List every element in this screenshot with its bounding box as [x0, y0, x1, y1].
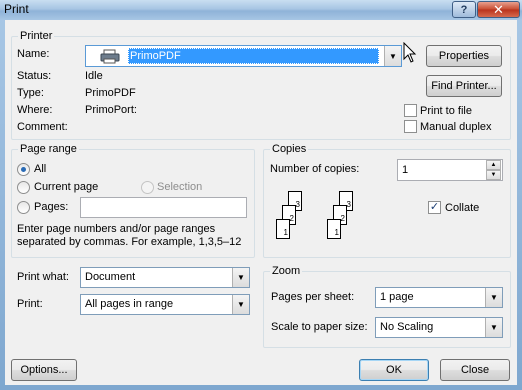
print-dialog-window: Print ? ✕ Printer Name: PrimoPDF ▼ Prope…: [0, 0, 522, 390]
where-label: Where:: [17, 104, 53, 116]
chevron-down-icon[interactable]: ▼: [485, 318, 502, 337]
print-what-select[interactable]: Document ▼: [80, 267, 250, 288]
print-what-label: Print what:: [17, 271, 69, 283]
selection-radio: [141, 181, 154, 194]
comment-label: Comment:: [17, 121, 68, 133]
pages-per-sheet-select[interactable]: 1 page ▼: [375, 287, 503, 308]
manual-duplex-label[interactable]: Manual duplex: [420, 121, 492, 134]
type-value: PrimoPDF: [85, 87, 136, 99]
scale-to-paper-label: Scale to paper size:: [271, 321, 368, 333]
print-value: All pages in range: [85, 298, 174, 310]
all-pages-label[interactable]: All: [34, 163, 46, 176]
zoom-group-label: Zoom: [270, 265, 303, 278]
window-title: Print: [4, 2, 29, 16]
chevron-down-icon[interactable]: ▼: [232, 295, 249, 314]
number-of-copies-value: 1: [402, 164, 409, 176]
printer-name-label: Name:: [17, 48, 50, 60]
close-icon: ✕: [493, 1, 504, 17]
print-label: Print:: [17, 298, 43, 310]
chevron-down-icon[interactable]: ▼: [232, 268, 249, 287]
pages-label[interactable]: Pages:: [34, 201, 68, 214]
collate-checkbox[interactable]: ✓: [428, 201, 441, 214]
pages-per-sheet-value: 1 page: [380, 291, 414, 303]
print-to-file-label[interactable]: Print to file: [420, 105, 472, 118]
pages-input[interactable]: [80, 197, 247, 218]
status-value: Idle: [85, 70, 103, 82]
print-what-value: Document: [85, 271, 136, 283]
printer-name-value: PrimoPDF: [130, 50, 181, 62]
current-page-radio[interactable]: [17, 181, 30, 194]
dialog-body: Printer Name: PrimoPDF ▼ Properties Find…: [5, 20, 517, 385]
printer-icon: [100, 49, 120, 64]
manual-duplex-checkbox[interactable]: [404, 120, 417, 133]
scale-to-paper-value: No Scaling: [380, 321, 434, 333]
find-printer-button[interactable]: Find Printer...: [426, 75, 502, 97]
chevron-down-icon[interactable]: ▼: [485, 288, 502, 307]
title-bar[interactable]: Print ? ✕: [0, 0, 522, 20]
close-button[interactable]: Close: [440, 359, 510, 381]
page-range-group-label: Page range: [18, 143, 79, 156]
pages-per-sheet-label: Pages per sheet:: [271, 291, 355, 303]
collate-label[interactable]: Collate: [445, 202, 479, 215]
help-button[interactable]: ?: [452, 1, 476, 18]
pages-radio[interactable]: [17, 201, 30, 214]
help-icon: ?: [460, 3, 468, 16]
options-button[interactable]: Options...: [11, 359, 77, 381]
scale-to-paper-select[interactable]: No Scaling ▼: [375, 317, 503, 338]
all-pages-radio[interactable]: [17, 163, 30, 176]
close-window-button[interactable]: ✕: [477, 1, 520, 18]
printer-name-select[interactable]: PrimoPDF ▼: [85, 45, 402, 67]
number-of-copies-input[interactable]: 1 ▲ ▼: [397, 159, 503, 181]
number-of-copies-label: Number of copies:: [270, 163, 360, 175]
ok-button[interactable]: OK: [359, 359, 429, 381]
chevron-down-icon[interactable]: ▼: [384, 46, 401, 66]
page-icon: 1: [276, 219, 290, 239]
where-value: PrimoPort:: [85, 104, 137, 116]
printer-group-label: Printer: [18, 30, 55, 43]
type-label: Type:: [17, 87, 44, 99]
status-label: Status:: [17, 70, 52, 82]
print-select[interactable]: All pages in range ▼: [80, 294, 250, 315]
page-icon: 1: [327, 219, 341, 239]
properties-button[interactable]: Properties: [426, 45, 502, 67]
page-range-hint-line2: separated by commas. For example, 1,3,5–…: [17, 236, 242, 248]
selection-label: Selection: [157, 181, 203, 193]
page-range-hint-line1: Enter page numbers and/or page ranges: [17, 223, 216, 235]
mouse-cursor-icon: [403, 42, 417, 63]
print-to-file-checkbox[interactable]: [404, 104, 417, 117]
spin-up-icon[interactable]: ▲: [486, 160, 501, 170]
spin-down-icon[interactable]: ▼: [486, 170, 501, 180]
current-page-label[interactable]: Current page: [34, 181, 98, 194]
copies-group-label: Copies: [270, 143, 309, 156]
